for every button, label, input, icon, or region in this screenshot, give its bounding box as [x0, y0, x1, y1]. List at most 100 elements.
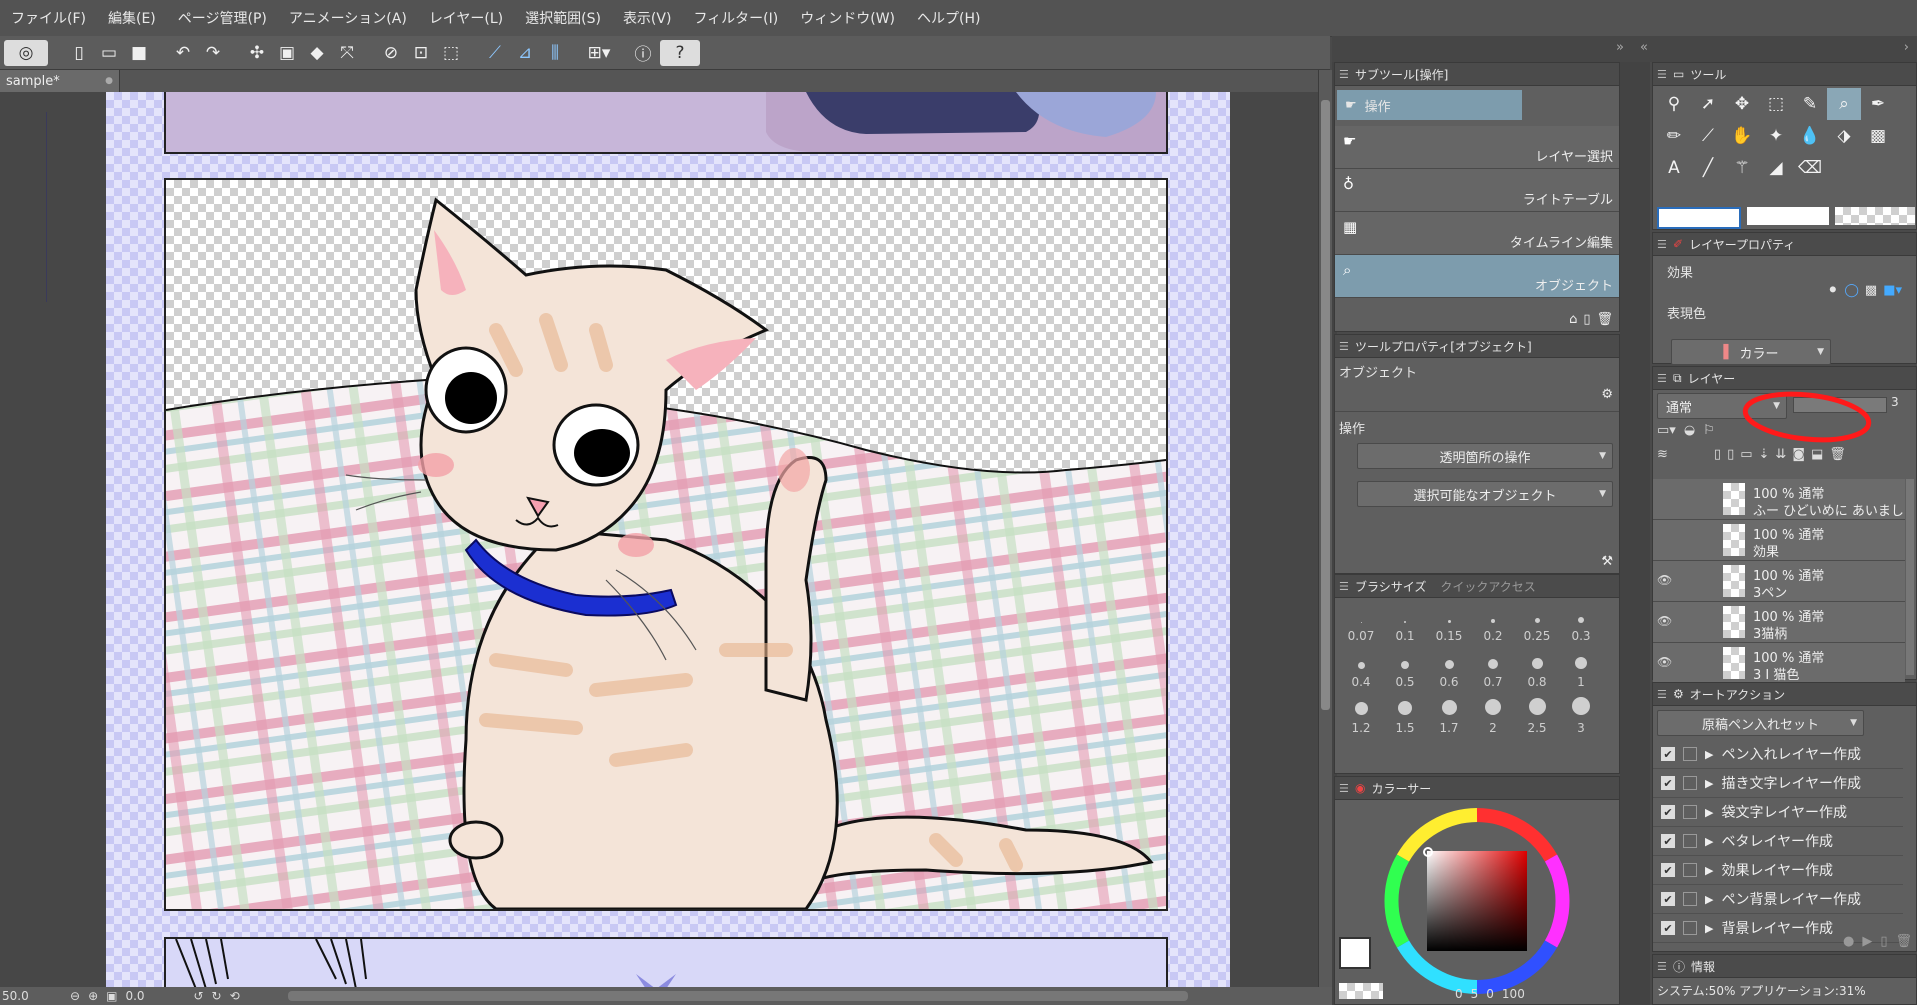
record-icon[interactable]: ●	[1843, 934, 1854, 949]
transparent-area-dropdown[interactable]: 透明箇所の操作	[1357, 443, 1613, 469]
snap-grid-icon[interactable]: ⫼	[542, 40, 568, 66]
menu-page[interactable]: ページ管理(P)	[167, 8, 278, 28]
sub-color-chip[interactable]	[1747, 207, 1829, 225]
angle-value[interactable]: 0.0	[125, 989, 185, 1003]
menu-icon[interactable]: ☰	[1339, 580, 1349, 593]
snap-special-ruler-icon[interactable]: ⊿	[512, 40, 538, 66]
brush-size-cell[interactable]: 1.2	[1339, 692, 1383, 738]
document-tab[interactable]: sample* ●	[0, 70, 120, 92]
brush-size-cell[interactable]: 0.2	[1471, 600, 1515, 646]
canvas-area[interactable]	[0, 92, 1318, 987]
manga-page[interactable]	[106, 92, 1230, 987]
hand-tool-icon[interactable]: ✋	[1725, 120, 1759, 152]
right-column-arrow-icon[interactable]: ›	[1904, 40, 1909, 55]
auto-action-item[interactable]: ✔ ▶ 袋文字レイヤー作成	[1653, 798, 1903, 827]
eye-icon[interactable]: 👁	[1657, 573, 1673, 587]
play-icon[interactable]: ▶	[1862, 934, 1872, 949]
decoration-tool-icon[interactable]: ✦	[1759, 120, 1793, 152]
brush-size-cell[interactable]: 0.6	[1427, 646, 1471, 692]
selectable-object-dropdown[interactable]: 選択可能なオブジェクト	[1357, 481, 1613, 507]
action-dialog-checkbox[interactable]	[1683, 805, 1697, 819]
layer-color-icon[interactable]: ■▾	[1883, 283, 1902, 298]
brush-size-cell[interactable]: 0.8	[1515, 646, 1559, 692]
correct-line-tool-icon[interactable]: ◢	[1759, 152, 1793, 184]
horizontal-scrollbar[interactable]	[287, 991, 1188, 1001]
rotate-left-icon[interactable]: ↺	[193, 989, 203, 1003]
brush-size-cell[interactable]: 0.3	[1559, 600, 1603, 646]
rotate-right-icon[interactable]: ↻	[212, 989, 222, 1003]
zoom-value[interactable]: 50.0	[2, 989, 62, 1003]
transform-icon[interactable]: ⤧	[334, 40, 360, 66]
info-icon[interactable]: ⓘ	[630, 40, 656, 66]
action-enabled-checkbox[interactable]: ✔	[1661, 776, 1675, 790]
undo-icon[interactable]: ↶	[170, 40, 196, 66]
brush-size-cell[interactable]: 0.15	[1427, 600, 1471, 646]
new-raster-layer-icon[interactable]: ▯	[1714, 447, 1721, 462]
action-enabled-checkbox[interactable]: ✔	[1661, 747, 1675, 761]
clip-studio-logo-button[interactable]: ◎	[4, 39, 48, 66]
collapse-arrow-icon[interactable]: »	[1616, 40, 1624, 55]
layer-scrollbar[interactable]	[1906, 479, 1914, 675]
subtool-light-table[interactable]: ♁ ライトテーブル	[1335, 169, 1619, 212]
brush-size-cell[interactable]: 0.1	[1383, 600, 1427, 646]
transfer-down-icon[interactable]: ⇣	[1759, 447, 1770, 462]
brush-tool-icon[interactable]: ⟋	[1691, 120, 1725, 152]
tool-settings-icon[interactable]: ⚒	[1601, 554, 1613, 569]
brush-size-cell[interactable]: 0.25	[1515, 600, 1559, 646]
brush-size-cell[interactable]: 3	[1559, 692, 1603, 738]
selection-tool-icon[interactable]: ⬚	[1759, 88, 1793, 120]
menu-icon[interactable]: ☰	[1339, 340, 1349, 353]
reset-rotation-icon[interactable]: ⟲	[230, 989, 240, 1003]
delete-layer-icon[interactable]: 🗑	[1829, 447, 1846, 462]
fill-tool-icon[interactable]: ⬗	[1827, 120, 1861, 152]
layer-color-swatch-icon[interactable]: ▭▾	[1657, 423, 1676, 438]
menu-icon[interactable]: ☰	[1657, 688, 1667, 701]
delete-action-icon[interactable]: 🗑	[1895, 934, 1912, 949]
new-folder-icon[interactable]: ▭	[1740, 447, 1752, 462]
deselect-icon[interactable]: ⊘	[378, 40, 404, 66]
bottom-frame[interactable]	[164, 937, 1168, 987]
eraser-tool-icon[interactable]: ⌫	[1793, 152, 1827, 184]
line-tool-icon[interactable]: ╱	[1691, 152, 1725, 184]
eye-icon[interactable]: 👁	[1657, 655, 1673, 669]
action-enabled-checkbox[interactable]: ✔	[1661, 921, 1675, 935]
mask-icon[interactable]: ◙	[1792, 447, 1805, 462]
expand-triangle-icon[interactable]: ▶	[1705, 922, 1713, 935]
brush-size-cell[interactable]: 1.7	[1427, 692, 1471, 738]
brush-size-cell[interactable]: 0.7	[1471, 646, 1515, 692]
tab-quick-access[interactable]: クイックアクセス	[1440, 578, 1535, 595]
clear-icon[interactable]: ✣	[244, 40, 270, 66]
layer-row[interactable]: 👁 100 % 通常 3猫柄	[1653, 602, 1905, 643]
top-frame[interactable]	[164, 92, 1168, 154]
tool-tab-icon[interactable]: ▭	[1673, 67, 1684, 81]
brush-size-cell[interactable]: 1	[1559, 646, 1603, 692]
expand-arrow-icon[interactable]: «	[1640, 40, 1648, 55]
menu-selection[interactable]: 選択範囲(S)	[514, 8, 612, 28]
clipping-icon[interactable]: ◒	[1684, 423, 1695, 438]
menu-file[interactable]: ファイル(F)	[0, 8, 97, 28]
brush-size-cell[interactable]: 1.5	[1383, 692, 1427, 738]
auto-action-item[interactable]: ✔ ▶ ベタレイヤー作成	[1653, 827, 1903, 856]
action-dialog-checkbox[interactable]	[1683, 747, 1697, 761]
opacity-value[interactable]: 3	[1891, 395, 1899, 409]
layer-row[interactable]: 100 % 通常 ふー ひどいめに あいまし	[1653, 479, 1905, 520]
menu-animation[interactable]: アニメーション(A)	[278, 8, 418, 28]
save-icon[interactable]: ■	[126, 40, 152, 66]
trash-icon[interactable]: 🗑	[1596, 312, 1613, 327]
main-color-swatch[interactable]	[1339, 937, 1371, 969]
menu-icon[interactable]: ☰	[1339, 782, 1349, 795]
new-action-icon[interactable]: ▯	[1880, 934, 1887, 949]
menu-layer[interactable]: レイヤー(L)	[418, 8, 514, 28]
clear-outside-icon[interactable]: ▣	[274, 40, 300, 66]
auto-action-set-dropdown[interactable]: 原稿ペン入れセット	[1657, 710, 1864, 736]
tab-close-icon[interactable]: ●	[105, 76, 113, 86]
menu-help[interactable]: ヘルプ(H)	[906, 8, 991, 28]
menu-filter[interactable]: フィルター(I)	[682, 8, 789, 28]
border-effect-icon[interactable]: ⚫	[1827, 283, 1838, 298]
zoom-in-icon[interactable]: ⊕	[88, 989, 98, 1003]
tool-property-detail-icon[interactable]: ⚙	[1601, 387, 1613, 402]
expand-triangle-icon[interactable]: ▶	[1705, 777, 1713, 790]
tone-effect-icon[interactable]: ◯	[1844, 283, 1859, 298]
expand-triangle-icon[interactable]: ▶	[1705, 806, 1713, 819]
expand-triangle-icon[interactable]: ▶	[1705, 864, 1713, 877]
